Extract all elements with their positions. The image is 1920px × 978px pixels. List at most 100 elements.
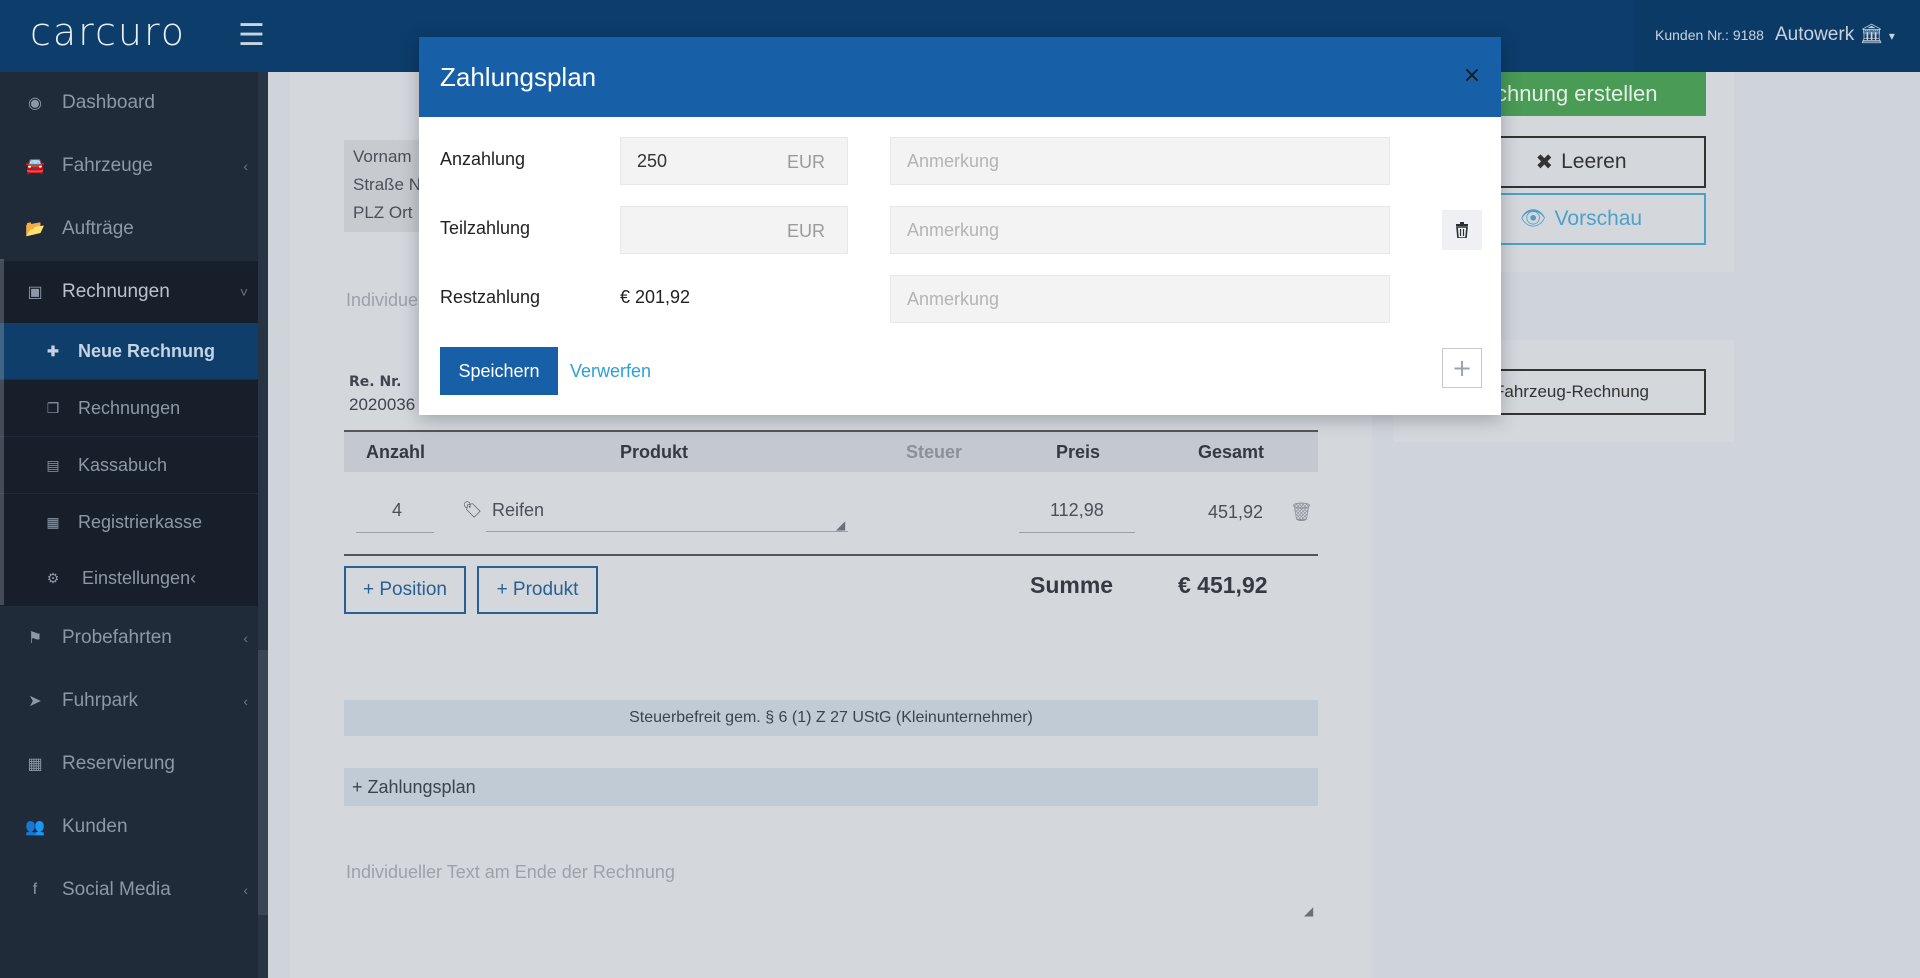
down-payment-note-field[interactable] [890, 137, 1390, 185]
chevron-down-icon: ˅ [239, 284, 248, 300]
row-price[interactable]: 112,98 [1050, 500, 1104, 521]
clear-button-label: Leeren [1561, 150, 1627, 173]
payment-plan-link[interactable]: + Zahlungsplan [344, 768, 1318, 806]
sidebar-item-dashboard[interactable]: ◉ Dashboard [0, 72, 258, 134]
sidebar-scrollbar-thumb[interactable] [258, 650, 268, 915]
sidebar-item-label: Kunden [62, 816, 128, 837]
sidebar-item-label: Rechnungen [62, 281, 170, 302]
payment-plan-modal: Zahlungsplan × Anzahlung EUR Teilzahlung… [419, 37, 1501, 415]
row-product-underline [486, 531, 848, 532]
sidebar-item-probefahrten[interactable]: ⚑ Probefahrten ‹ [0, 607, 258, 669]
money-icon: ▣ [27, 284, 43, 301]
sidebar-item-fahrzeuge[interactable]: 🚘 Fahrzeuge ‹ [0, 135, 258, 197]
remaining-payment-note-input[interactable] [907, 289, 1367, 310]
sidebar-subitem-label: Rechnungen [78, 397, 181, 418]
row-quantity[interactable]: 4 [392, 500, 402, 521]
discard-button[interactable]: Verwerfen [570, 361, 651, 382]
chevron-left-icon: ‹ [243, 882, 248, 898]
column-header-produkt: Produkt [620, 442, 689, 462]
modal-title: Zahlungsplan [440, 62, 597, 92]
sidebar-item-auftraege[interactable]: 📂 Aufträge [0, 198, 258, 260]
folder-icon: 📂 [25, 221, 45, 238]
sidebar-subitem-label: Neue Rechnung [78, 340, 216, 361]
trash-icon [1456, 222, 1468, 238]
sidebar-item-label: Probefahrten [62, 627, 172, 648]
location-arrow-icon: ➤ [28, 693, 42, 710]
row-total: 451,92 [1208, 502, 1264, 522]
row-price-underline [1019, 532, 1135, 533]
sidebar-subitem-kassabuch[interactable]: ▤ Kassabuch [0, 437, 258, 493]
remaining-payment-amount: € 201,92 [620, 287, 691, 307]
sidebar-subitem-label: Einstellungen [82, 567, 191, 588]
address-line: PLZ Ort [353, 203, 413, 222]
remaining-payment-label: Restzahlung [440, 287, 541, 307]
partial-payment-note-field[interactable] [890, 206, 1390, 254]
calculator-icon: ▦ [46, 513, 60, 530]
partial-payment-field[interactable]: EUR [620, 206, 848, 254]
column-header-preis: Preis [1056, 442, 1101, 462]
row-product[interactable]: Reifen [492, 500, 544, 521]
facebook-icon: f [32, 881, 38, 898]
chevron-left-icon: ‹ [190, 567, 197, 588]
partial-payment-label: Teilzahlung [440, 218, 531, 238]
remaining-payment-note-field[interactable] [890, 275, 1390, 323]
sidebar-item-label: Fuhrpark [62, 690, 139, 711]
items-table-header: Anzahl Produkt Steuer Preis Gesamt [344, 430, 1318, 472]
address-line: Straße N [353, 175, 422, 194]
sidebar-subitem-einstellungen[interactable]: ⚙ Einstellungen ‹ [0, 550, 258, 606]
add-position-button[interactable]: + Position [344, 566, 466, 614]
column-header-gesamt: Gesamt [1198, 442, 1265, 462]
partial-payment-input[interactable] [637, 220, 777, 241]
trash-icon[interactable]: 🗑 [1290, 502, 1313, 523]
preview-button-label: Vorschau [1554, 207, 1643, 230]
sidebar-item-fuhrpark[interactable]: ➤ Fuhrpark ‹ [0, 670, 258, 732]
copy-icon: ❐ [46, 399, 60, 416]
resize-grip-icon[interactable]: ◢ [836, 518, 845, 532]
custom-text-top[interactable]: Individue [346, 290, 418, 311]
chevron-left-icon: ‹ [243, 630, 248, 646]
table-divider [344, 554, 1318, 556]
add-product-button[interactable]: + Produkt [477, 566, 598, 614]
chevron-left-icon: ‹ [243, 693, 248, 709]
down-payment-field[interactable]: EUR [620, 137, 848, 185]
sidebar-item-reservierung[interactable]: ▦ Reservierung [0, 733, 258, 795]
bank-icon: 🏛 [1859, 24, 1884, 45]
sum-label: Summe [1030, 572, 1114, 598]
menu-toggle-icon[interactable]: ☰ [238, 18, 265, 53]
app-logo[interactable]: carcuro [30, 10, 186, 54]
close-icon[interactable]: × [1460, 65, 1484, 89]
save-button[interactable]: Speichern [440, 347, 558, 395]
plus-icon: + [1451, 354, 1473, 382]
resize-grip-icon[interactable]: ◢ [1304, 904, 1313, 918]
company-menu[interactable]: Autowerk 🏛 ▾ [1775, 22, 1895, 46]
eye-icon: 👁 [1519, 207, 1547, 230]
sidebar-subitem-registrierkasse[interactable]: ▦ Registrierkasse [0, 494, 258, 550]
sidebar-subitem-rechnungen[interactable]: ❐ Rechnungen [0, 380, 258, 436]
caret-down-icon: ▾ [1888, 29, 1895, 43]
sidebar-subitem-label: Kassabuch [78, 454, 168, 475]
gear-icon: ⚙ [46, 569, 60, 586]
close-icon: ✖ [1535, 150, 1554, 174]
column-header-anzahl: Anzahl [366, 442, 426, 462]
company-name: Autowerk [1775, 24, 1855, 45]
book-icon: ▤ [46, 456, 60, 473]
account-area: Kunden Nr.: 9188 Autowerk 🏛 ▾ [1635, 0, 1920, 72]
calendar-icon: ▦ [27, 756, 43, 773]
sum-value: € 451,92 [1178, 572, 1268, 598]
down-payment-input[interactable] [637, 151, 777, 172]
sidebar-item-label: Aufträge [62, 218, 134, 239]
sidebar-subitem-neue-rechnung[interactable]: ✚ Neue Rechnung [0, 323, 258, 379]
add-payment-button[interactable]: + [1442, 348, 1482, 388]
invoice-number-value: 2020036 [349, 395, 416, 414]
sidebar-item-kunden[interactable]: 👥 Kunden [0, 796, 258, 858]
sidebar-item-label: Fahrzeuge [62, 155, 153, 176]
sidebar-item-social-media[interactable]: f Social Media ‹ [0, 859, 258, 921]
customer-number: Kunden Nr.: 9188 [1655, 27, 1764, 43]
delete-partial-payment-button[interactable] [1442, 210, 1482, 250]
users-icon: 👥 [25, 819, 45, 836]
sidebar-item-rechnungen[interactable]: ▣ Rechnungen ˅ [0, 261, 258, 323]
down-payment-note-input[interactable] [907, 151, 1367, 172]
currency-unit: EUR [787, 152, 826, 172]
partial-payment-note-input[interactable] [907, 220, 1367, 241]
custom-text-bottom[interactable]: Individueller Text am Ende der Rechnung [346, 862, 675, 883]
